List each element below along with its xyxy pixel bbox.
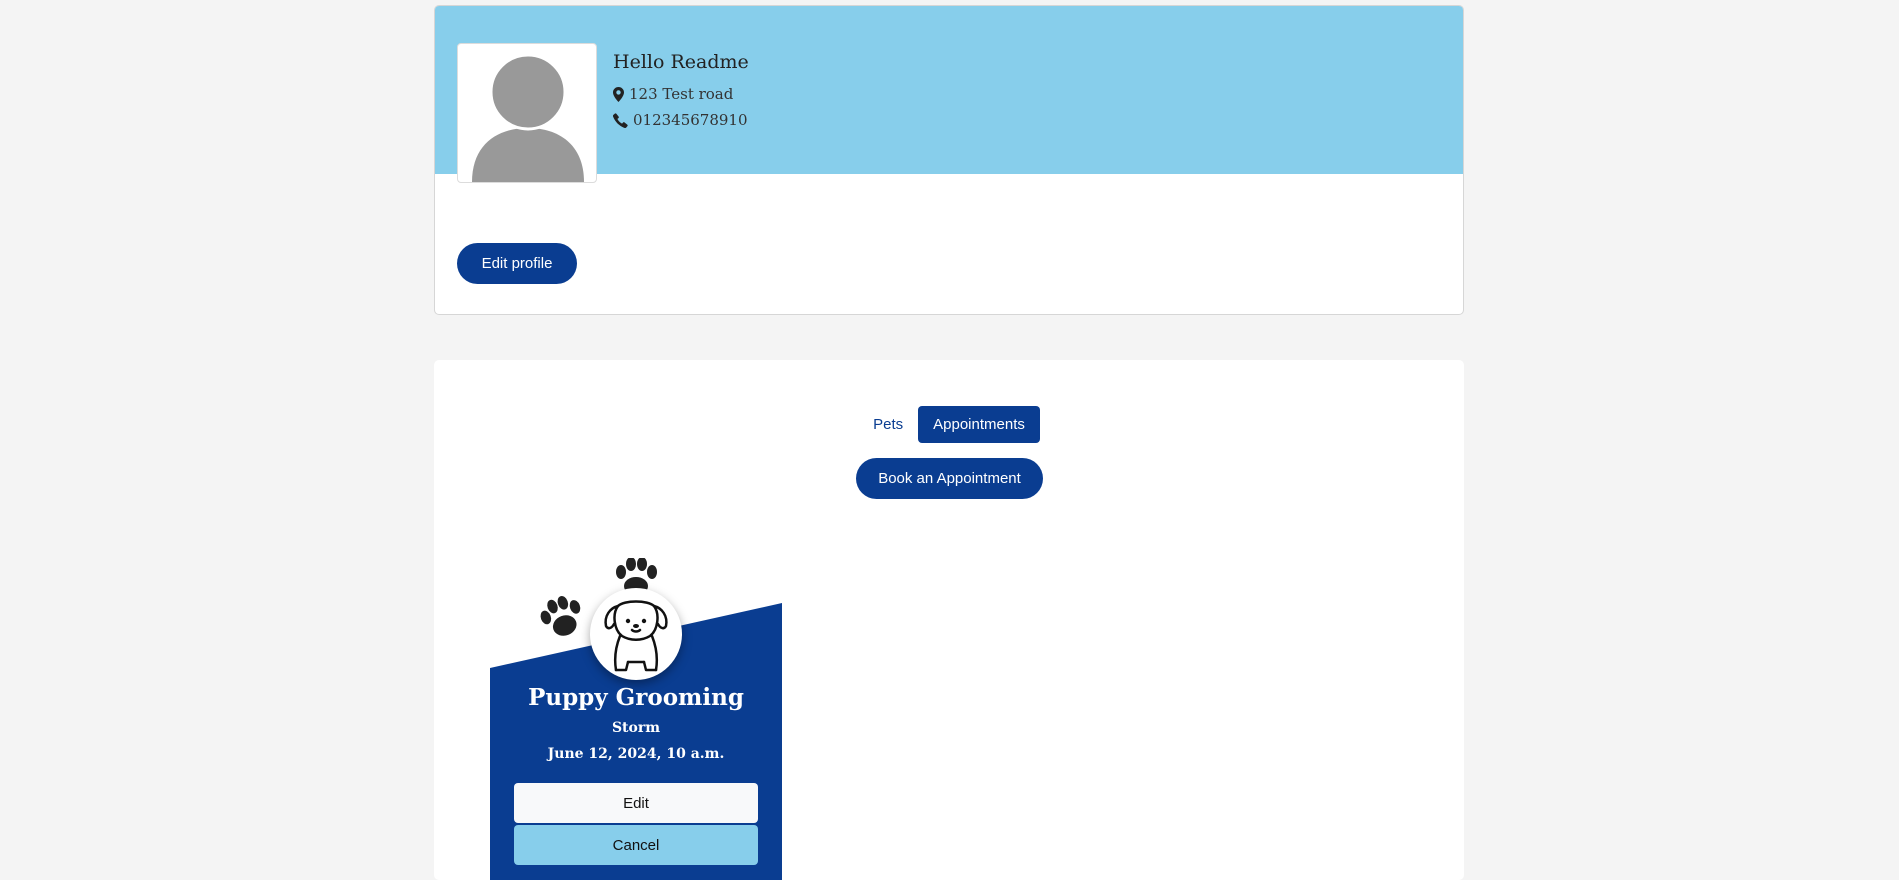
user-silhouette-icon [472,53,584,182]
appointment-service: Puppy Grooming [528,684,744,711]
tab-appointments[interactable]: Appointments [918,406,1040,443]
appointment-datetime: June 12, 2024, 10 a.m. [547,746,725,762]
profile-name: Hello Readme [613,51,749,73]
profile-card: Hello Readme 123 Test road 012345678910 … [434,5,1464,315]
edit-profile-button[interactable]: Edit profile [457,243,577,284]
book-appointment-button[interactable]: Book an Appointment [856,458,1043,499]
cancel-appointment-button[interactable]: Cancel [514,825,758,865]
pet-avatar [590,588,682,680]
address-text: 123 Test road [629,85,734,103]
paw-print-icon [540,595,581,636]
profile-info: Hello Readme 123 Test road 012345678910 [613,51,749,133]
profile-address: 123 Test road [613,81,749,107]
phone-icon [613,112,628,128]
puppy-icon [604,600,668,672]
appointment-card: Puppy Grooming Storm June 12, 2024, 10 a… [490,558,782,880]
tab-pets[interactable]: Pets [858,406,918,443]
profile-phone: 012345678910 [613,107,749,133]
tab-bar: Pets Appointments [434,406,1464,443]
avatar [457,43,597,183]
appointments-section: Pets Appointments Book an Appointment Pu… [434,360,1464,880]
map-marker-icon [613,86,624,102]
edit-appointment-button[interactable]: Edit [514,783,758,823]
phone-text: 012345678910 [633,111,748,129]
appointment-pet: Storm [611,720,661,736]
